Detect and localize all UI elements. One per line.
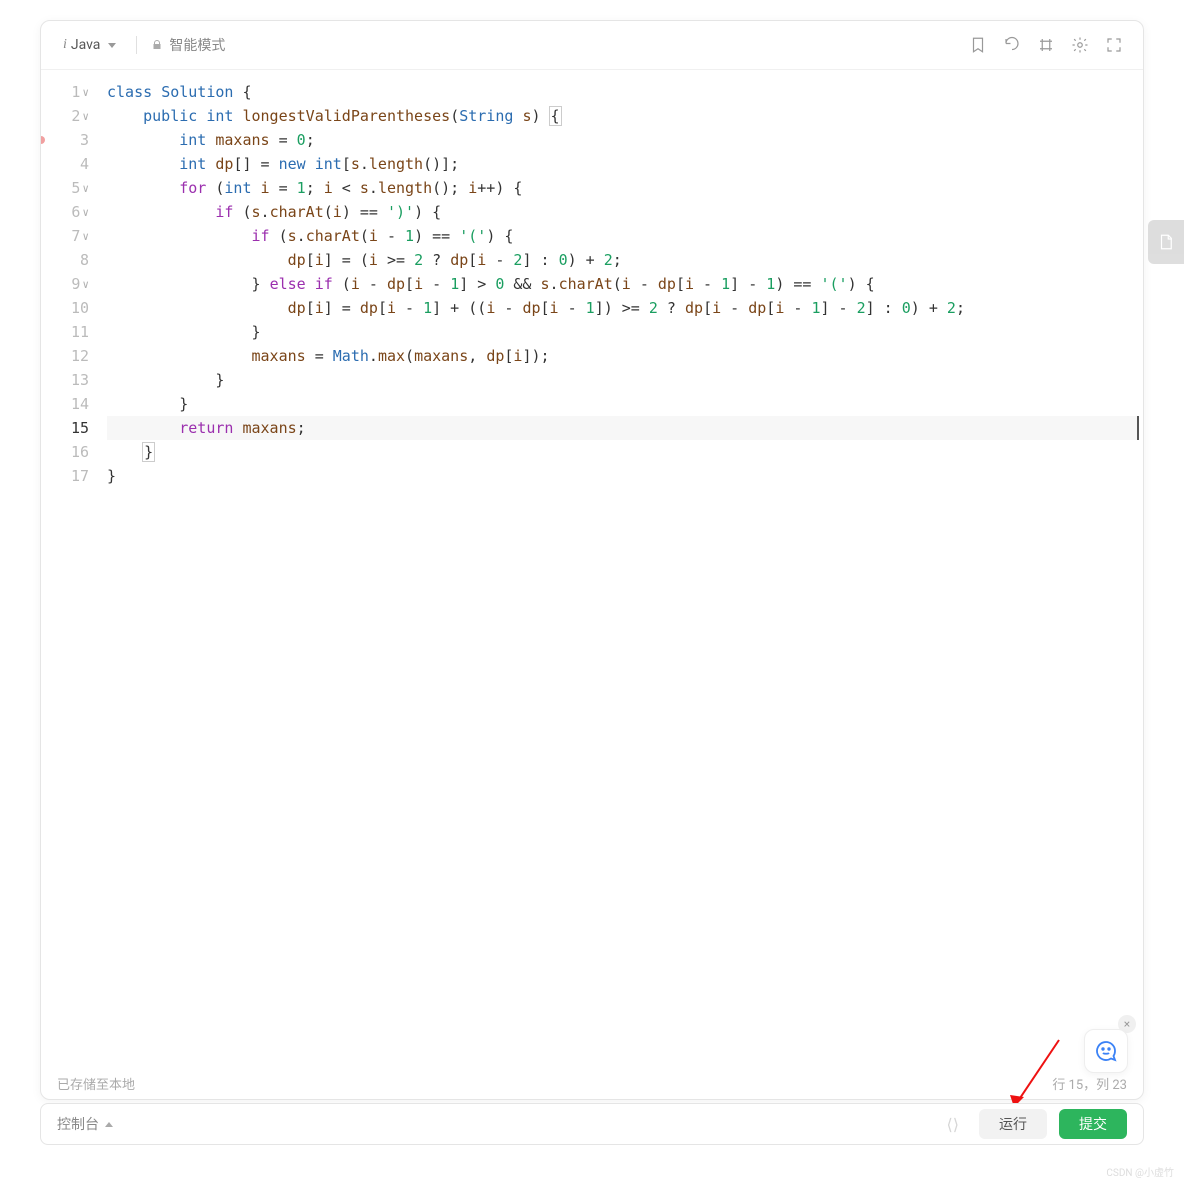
- lock-icon: [151, 39, 163, 51]
- code-line[interactable]: return maxans;: [107, 416, 1139, 440]
- gutter-line[interactable]: 7∨: [41, 224, 103, 248]
- code-line[interactable]: public int longestValidParentheses(Strin…: [107, 104, 1139, 128]
- fold-icon[interactable]: ∨: [82, 110, 89, 123]
- chat-smile-icon: [1094, 1039, 1118, 1063]
- language-selector[interactable]: i Java: [57, 33, 122, 57]
- gutter-line[interactable]: 1∨: [41, 80, 103, 104]
- code-line[interactable]: }: [107, 464, 1139, 488]
- code-line[interactable]: }: [107, 392, 1139, 416]
- code-line[interactable]: }: [107, 320, 1139, 344]
- code-area[interactable]: class Solution { public int longestValid…: [103, 70, 1143, 1067]
- status-bar: 已存储至本地 行 15，列 23: [41, 1067, 1143, 1099]
- toolbar-divider: [136, 36, 137, 54]
- code-line[interactable]: dp[i] = dp[i - 1] + ((i - dp[i - 1]) >= …: [107, 296, 1139, 320]
- fold-icon[interactable]: ∨: [82, 86, 89, 99]
- gutter-line[interactable]: 16: [41, 440, 103, 464]
- language-label: Java: [71, 37, 101, 53]
- gutter-line[interactable]: 15: [41, 416, 103, 440]
- fullscreen-button[interactable]: [1101, 32, 1127, 58]
- gutter-line[interactable]: 3: [41, 128, 103, 152]
- code-line[interactable]: if (s.charAt(i) == ')') {: [107, 200, 1139, 224]
- chevron-up-icon: [105, 1122, 113, 1127]
- gutter-line[interactable]: 12: [41, 344, 103, 368]
- code-line[interactable]: }: [107, 368, 1139, 392]
- shortcuts-button[interactable]: [1033, 32, 1059, 58]
- assistant-float-button[interactable]: [1084, 1029, 1128, 1073]
- watermark: CSDN @小虚竹: [1106, 1164, 1174, 1179]
- code-line[interactable]: } else if (i - dp[i - 1] > 0 && s.charAt…: [107, 272, 1139, 296]
- language-icon: i: [63, 37, 67, 53]
- run-button[interactable]: 运行: [979, 1109, 1047, 1139]
- tag-icon: ⟨⟩: [947, 1115, 959, 1134]
- undo-button[interactable]: [999, 32, 1025, 58]
- code-line[interactable]: int dp[] = new int[s.length()];: [107, 152, 1139, 176]
- fold-icon[interactable]: ∨: [82, 278, 89, 291]
- gutter-line[interactable]: 2∨: [41, 104, 103, 128]
- toolbar: i Java 智能模式: [41, 21, 1143, 70]
- side-tab[interactable]: [1148, 220, 1184, 264]
- gutter-line[interactable]: 10: [41, 296, 103, 320]
- saved-label: 已存储至本地: [57, 1074, 135, 1093]
- gutter-line[interactable]: 13: [41, 368, 103, 392]
- settings-button[interactable]: [1067, 32, 1093, 58]
- submit-button[interactable]: 提交: [1059, 1109, 1127, 1139]
- code-line[interactable]: }: [107, 440, 1139, 464]
- bottom-bar: 控制台 ⟨⟩ 运行 提交: [40, 1103, 1144, 1145]
- fold-icon[interactable]: ∨: [82, 182, 89, 195]
- gutter-line[interactable]: 14: [41, 392, 103, 416]
- gutter-line[interactable]: 9∨: [41, 272, 103, 296]
- cursor-label: 行 15，列 23: [1052, 1074, 1127, 1093]
- code-editor[interactable]: 1∨2∨345∨6∨7∨89∨1011121314151617 class So…: [41, 70, 1143, 1067]
- gutter-line[interactable]: 8: [41, 248, 103, 272]
- code-line[interactable]: int maxans = 0;: [107, 128, 1139, 152]
- code-line[interactable]: class Solution {: [107, 80, 1139, 104]
- chevron-down-icon: [108, 43, 116, 48]
- gutter-line[interactable]: 4: [41, 152, 103, 176]
- document-icon: [1157, 231, 1175, 253]
- fold-icon[interactable]: ∨: [82, 230, 89, 243]
- console-toggle[interactable]: 控制台: [57, 1114, 113, 1134]
- gutter-line[interactable]: 5∨: [41, 176, 103, 200]
- code-line[interactable]: for (int i = 1; i < s.length(); i++) {: [107, 176, 1139, 200]
- gutter-line[interactable]: 17: [41, 464, 103, 488]
- bookmark-button[interactable]: [965, 32, 991, 58]
- editor-panel: i Java 智能模式 1∨2∨345∨6∨7∨89∨1011121314151…: [40, 20, 1144, 1100]
- gutter-line[interactable]: 11: [41, 320, 103, 344]
- fold-icon[interactable]: ∨: [82, 206, 89, 219]
- gutter-line[interactable]: 6∨: [41, 200, 103, 224]
- line-gutter: 1∨2∨345∨6∨7∨89∨1011121314151617: [41, 70, 103, 1067]
- code-line[interactable]: maxans = Math.max(maxans, dp[i]);: [107, 344, 1139, 368]
- mode-label: 智能模式: [151, 35, 225, 55]
- code-line[interactable]: if (s.charAt(i - 1) == '(') {: [107, 224, 1139, 248]
- code-line[interactable]: dp[i] = (i >= 2 ? dp[i - 2] : 0) + 2;: [107, 248, 1139, 272]
- breakpoint-dot[interactable]: [41, 136, 45, 144]
